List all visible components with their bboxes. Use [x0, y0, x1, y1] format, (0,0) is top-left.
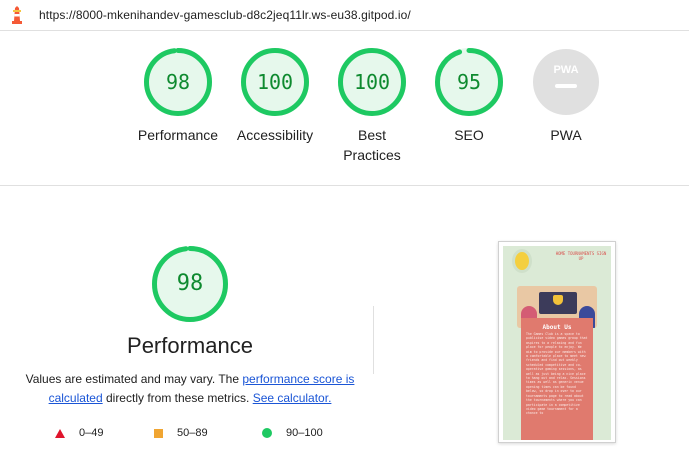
gauge-label: Performance [137, 127, 219, 143]
gauge-label: Best Practices [343, 127, 401, 163]
legend-range: 0–49 [79, 427, 104, 439]
about-card: About Us The Games Club is a space to pu… [521, 318, 593, 440]
vertical-separator [373, 306, 374, 374]
description-text-middle: directly from these metrics. [102, 391, 253, 405]
legend-range: 50–89 [177, 427, 208, 439]
legend-item-pass: 90–100 [262, 427, 323, 439]
gauge-ring: 100 [241, 48, 309, 116]
screenshot-header: HOME TOURNAMENTS SIGN UP [503, 246, 611, 278]
gauge-ring: PWA [532, 48, 600, 116]
gauge-ring: 100 [338, 48, 406, 116]
performance-section: 98 Performance Values are estimated and … [20, 246, 360, 408]
about-title: About Us [542, 324, 572, 331]
gauge-accessibility[interactable]: 100 Accessibility [225, 48, 325, 145]
legend-item-fail: 0–49 [55, 427, 103, 439]
final-screenshot-thumbnail[interactable]: HOME TOURNAMENTS SIGN UP About Us The Ga… [498, 241, 616, 443]
gauge-score: 100 [256, 70, 294, 94]
gauge-score: 98 [165, 70, 191, 94]
average-square-icon [154, 428, 163, 438]
pwa-badge-text: PWA [553, 64, 578, 76]
gauge-seo[interactable]: 95 SEO [419, 48, 519, 145]
gauge-label: PWA [550, 127, 582, 143]
screenshot-nav: HOME TOURNAMENTS SIGN UP [555, 251, 607, 261]
performance-description: Values are estimated and may vary. The p… [20, 370, 360, 408]
lightbulb-logo-icon [515, 252, 529, 270]
score-legend: 0–49 50–89 90–100 [0, 427, 400, 443]
description-text: Values are estimated and may vary. The [25, 372, 243, 386]
gauge-best-practices[interactable]: 100 Best Practices [322, 48, 422, 165]
pass-circle-icon [262, 428, 272, 438]
fail-triangle-icon [55, 428, 65, 438]
lighthouse-logo-icon [12, 6, 22, 24]
trophy-icon [553, 295, 563, 305]
section-divider [0, 185, 689, 186]
screenshot-page: HOME TOURNAMENTS SIGN UP About Us The Ga… [503, 246, 611, 440]
gauge-label: SEO [454, 127, 484, 143]
pwa-badge-icon: PWA [533, 49, 599, 115]
gauge-ring: 98 [144, 48, 212, 116]
performance-title: Performance [127, 333, 253, 358]
gauge-ring: 95 [435, 48, 503, 116]
gauge-score: 95 [456, 70, 482, 94]
legend-item-average: 50–89 [154, 427, 208, 439]
legend-range: 90–100 [286, 427, 323, 439]
about-text: The Games Club is a space to publicise v… [526, 332, 588, 416]
performance-gauge: 98 [152, 246, 228, 322]
report-header: https://8000-mkenihandev-gamesclub-d8c2j… [0, 0, 689, 31]
gauge-score: 100 [353, 70, 391, 94]
gauge-pwa[interactable]: PWA PWA [516, 48, 616, 145]
gauge-label: Accessibility [236, 127, 314, 143]
category-gauges: 98 Performance 100 Accessibility 100 Bes… [0, 48, 689, 188]
report-url[interactable]: https://8000-mkenihandev-gamesclub-d8c2j… [39, 8, 411, 22]
gauge-performance[interactable]: 98 Performance [128, 48, 228, 145]
performance-score: 98 [176, 271, 204, 296]
calculator-link[interactable]: See calculator. [253, 391, 332, 405]
